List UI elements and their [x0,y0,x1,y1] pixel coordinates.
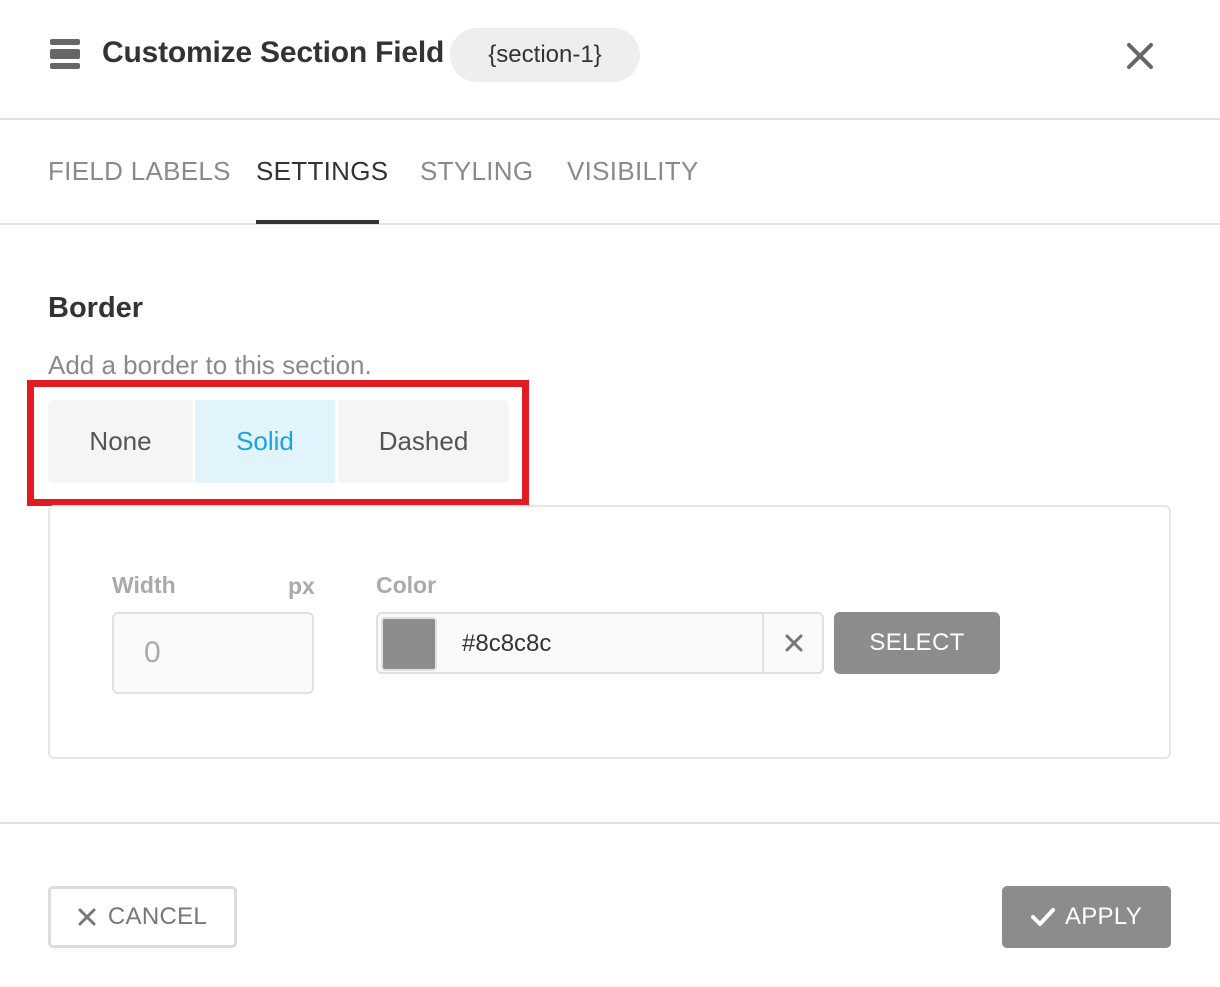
tab-bar: FIELD LABELS SETTINGS STYLING VISIBILITY [0,120,1220,225]
tab-visibility[interactable]: VISIBILITY [567,156,699,187]
tab-settings[interactable]: SETTINGS [256,156,388,187]
section-icon [50,39,80,69]
apply-label: APPLY [1064,903,1143,930]
close-icon [78,908,96,926]
tab-styling[interactable]: STYLING [420,156,533,187]
footer-divider [0,822,1220,824]
tab-field-labels[interactable]: FIELD LABELS [48,156,231,187]
clear-color-button[interactable] [762,614,824,672]
dialog-title: Customize Section Field [102,36,445,69]
select-color-button[interactable]: SELECT [834,612,1000,674]
close-icon[interactable] [1124,40,1156,72]
cancel-label: CANCEL [107,903,208,930]
color-value-input[interactable]: #8c8c8c [462,630,551,658]
color-label: Color [376,572,437,598]
cancel-button[interactable]: CANCEL [48,886,237,948]
active-tab-indicator [256,220,379,224]
color-field: #8c8c8c [376,612,824,674]
dialog-header: Customize Section Field {section-1} [0,0,1220,120]
section-tag: {section-1} [450,28,640,82]
width-input[interactable]: 0 [112,612,314,694]
checkmark-icon [1030,908,1055,926]
width-label: Width [112,572,176,598]
border-section-description: Add a border to this section. [48,350,372,380]
clear-icon [785,634,803,652]
highlight-box [27,380,529,506]
color-swatch[interactable] [381,617,437,671]
apply-button[interactable]: APPLY [1002,886,1171,948]
border-section-title: Border [48,292,144,324]
width-unit-label: px [288,573,315,599]
